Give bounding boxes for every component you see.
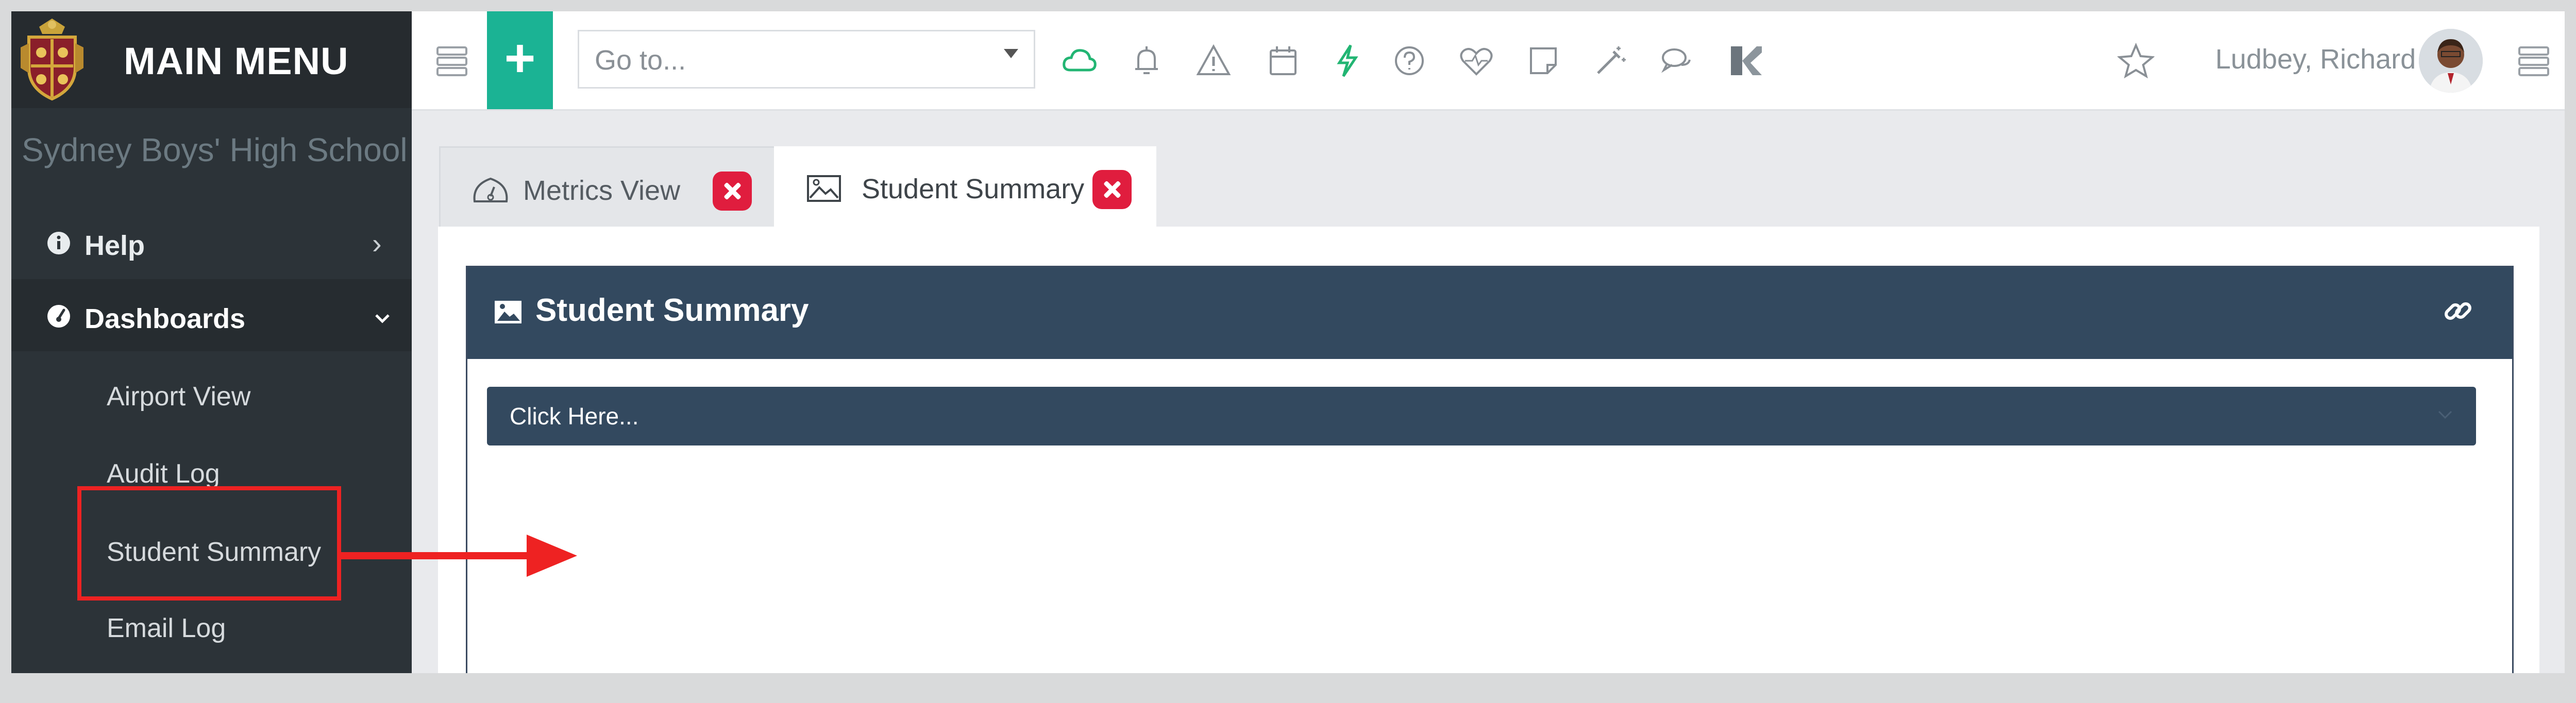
main-content: Student Summary Click Here... <box>438 227 2539 673</box>
app-frame: MAIN MENU Sydney Boys' High School Help … <box>11 11 2565 673</box>
close-tab-button[interactable] <box>1092 170 1132 209</box>
sidebar-item-label: Help <box>85 230 145 261</box>
click-here-dropdown[interactable]: Click Here... <box>487 387 2476 445</box>
info-circle-icon <box>47 232 70 254</box>
magic-wand-icon[interactable] <box>1592 42 1629 79</box>
sidebar-item-help[interactable]: Help › <box>11 206 412 278</box>
top-toolbar: + Go to... Ludbey, Richard <box>412 11 2565 111</box>
panel-header: Student Summary <box>467 267 2512 359</box>
add-button[interactable]: + <box>487 11 553 109</box>
user-photo <box>2419 29 2483 93</box>
dashboard-gauge-icon <box>47 305 70 328</box>
user-name[interactable]: Ludbey, Richard <box>2215 43 2416 75</box>
tab-student-summary[interactable]: Student Summary <box>774 146 1156 228</box>
main-menu-title: MAIN MENU <box>124 40 349 82</box>
calendar-icon[interactable] <box>1265 42 1302 79</box>
star-icon[interactable] <box>2117 42 2154 79</box>
link-icon[interactable] <box>2442 295 2474 327</box>
sidebar-subitem-email-log[interactable]: Email Log <box>107 613 226 644</box>
menu-icon[interactable] <box>433 42 470 79</box>
image-icon <box>495 301 521 323</box>
tab-metrics-view[interactable]: Metrics View <box>439 146 779 228</box>
annotation-arrow <box>341 535 577 577</box>
goto-select[interactable] <box>578 30 1035 89</box>
bell-icon[interactable] <box>1128 42 1165 79</box>
help-icon[interactable] <box>1391 42 1428 79</box>
close-tab-button[interactable] <box>713 172 752 211</box>
gauge-icon <box>473 177 508 202</box>
chevron-right-icon: › <box>372 227 382 260</box>
warning-icon[interactable] <box>1195 42 1232 79</box>
chat-icon[interactable] <box>1659 42 1696 79</box>
hamburger-icon[interactable] <box>2515 42 2552 79</box>
avatar[interactable] <box>2419 29 2483 93</box>
sidebar-subitem-airport-view[interactable]: Airport View <box>107 381 250 412</box>
brand-header[interactable]: MAIN MENU <box>11 11 412 108</box>
heartbeat-icon[interactable] <box>1458 42 1495 79</box>
school-name: Sydney Boys' High School <box>22 131 408 168</box>
image-icon <box>807 175 841 202</box>
dropdown-label: Click Here... <box>510 403 639 430</box>
panel-title: Student Summary <box>535 293 809 328</box>
k-logo-icon[interactable] <box>1727 42 1764 79</box>
annotation-highlight-box <box>77 486 341 601</box>
sidebar-subitem-audit-log[interactable]: Audit Log <box>107 458 220 489</box>
chevron-down-icon <box>375 314 390 323</box>
note-icon[interactable] <box>1525 42 1562 79</box>
chevron-down-icon <box>2438 410 2452 419</box>
bolt-icon[interactable] <box>1329 42 1366 79</box>
tab-label: Metrics View <box>523 175 681 206</box>
goto-input[interactable] <box>594 43 977 78</box>
tab-label: Student Summary <box>862 174 1085 204</box>
sidebar-item-label: Dashboards <box>85 303 246 334</box>
caret-down-icon <box>1004 49 1018 58</box>
student-summary-panel: Student Summary Click Here... <box>466 266 2514 673</box>
school-crest-logo <box>21 19 83 101</box>
sidebar-item-dashboards[interactable]: Dashboards <box>11 279 412 351</box>
cloud-icon[interactable] <box>1061 42 1098 79</box>
